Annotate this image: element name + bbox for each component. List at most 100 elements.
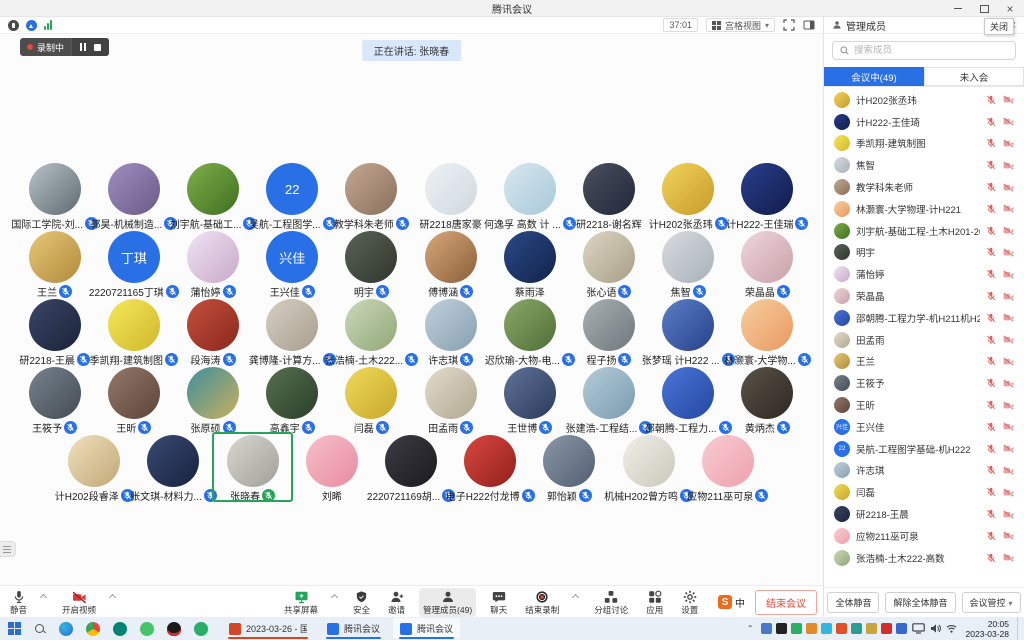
participant-tile[interactable]: 田孟雨 [411, 365, 490, 433]
participant-tile[interactable]: 机械H202曾方鸣 [609, 433, 688, 501]
pause-recording-button[interactable] [80, 43, 86, 51]
participant-tile[interactable]: 张文琪-材料力... [134, 433, 213, 501]
member-camera-off-icon[interactable] [1003, 117, 1014, 126]
member-mic-off-icon[interactable] [986, 487, 996, 497]
participant-tile[interactable]: 兴佳 王兴佳 [253, 229, 332, 297]
member-row[interactable]: 王昕 [824, 394, 1024, 416]
taskbar-window-button[interactable]: 2023-03-26 - 国际... [222, 618, 314, 639]
participant-tile[interactable]: 刘晞 [292, 433, 371, 501]
member-camera-off-icon[interactable] [1003, 183, 1014, 192]
tray-qq-icon[interactable] [881, 623, 892, 634]
participant-tile[interactable]: 计H222-王佳瑞 [728, 161, 807, 229]
unmute-all-button[interactable]: 解除全体静音 [885, 592, 955, 613]
member-mic-off-icon[interactable] [986, 422, 996, 432]
member-row[interactable]: 王兰 [824, 351, 1024, 373]
tray-blue-icon[interactable] [761, 623, 772, 634]
member-mic-off-icon[interactable] [986, 335, 996, 345]
network-icon[interactable] [946, 623, 957, 634]
member-mic-off-icon[interactable] [986, 465, 996, 475]
member-camera-off-icon[interactable] [1003, 401, 1014, 410]
member-row[interactable]: 研2218-王晨 [824, 503, 1024, 525]
tab-in-meeting[interactable]: 会议中(49) [824, 67, 924, 86]
upgrade-icon[interactable] [26, 20, 37, 31]
fullscreen-icon[interactable] [783, 19, 795, 31]
wechat-icon[interactable] [194, 622, 208, 636]
tray-mic-icon[interactable] [776, 623, 787, 634]
member-mic-off-icon[interactable] [986, 226, 996, 236]
participant-tile[interactable]: 明宇 [332, 229, 411, 297]
member-row[interactable]: 闫磊 [824, 481, 1024, 503]
participant-tile[interactable]: 黄炳杰 [728, 365, 807, 433]
participant-tile[interactable]: 蔡雨泽 [490, 229, 569, 297]
member-camera-off-icon[interactable] [1003, 270, 1014, 279]
member-camera-off-icon[interactable] [1003, 422, 1014, 431]
edge-icon[interactable] [59, 622, 73, 636]
member-row[interactable]: 计H202张丞玮 [824, 89, 1024, 111]
member-mic-off-icon[interactable] [986, 117, 996, 127]
member-row[interactable]: 刘宇航-基础工程-土木H201-202 [824, 220, 1024, 242]
member-camera-off-icon[interactable] [1003, 313, 1014, 322]
participant-tile[interactable]: 刘宇航-基础工... [173, 161, 252, 229]
participant-tile[interactable]: 丁琪 2220721165丁琪 [94, 229, 173, 297]
member-row[interactable]: 焦智 [824, 154, 1024, 176]
member-camera-off-icon[interactable] [1003, 292, 1014, 301]
member-mic-off-icon[interactable] [986, 138, 996, 148]
participant-tile[interactable]: 高鑫宇 [253, 365, 332, 433]
share-options-caret[interactable] [332, 594, 339, 601]
member-mic-off-icon[interactable] [986, 509, 996, 519]
participant-tile[interactable]: 王兰 [15, 229, 94, 297]
tab-not-joined[interactable]: 未入会 [924, 67, 1024, 86]
end-meeting-button[interactable]: 结束会议 [755, 590, 817, 615]
participant-tile[interactable]: 傅博涵 [411, 229, 490, 297]
minimize-button[interactable] [952, 3, 964, 15]
member-row[interactable]: 张浩楠-土木222-高数 [824, 547, 1024, 569]
participant-tile[interactable]: 张建浩-工程结... [569, 365, 648, 433]
member-mic-off-icon[interactable] [986, 160, 996, 170]
participant-tile[interactable]: 国际工学院-刘... [15, 161, 94, 229]
member-mic-off-icon[interactable] [986, 400, 996, 410]
member-row[interactable]: 计H222-王佳琦 [824, 111, 1024, 133]
participant-tile[interactable]: 研2218-王晨 [15, 297, 94, 365]
breakout-rooms-button[interactable]: 分组讨论 [590, 588, 632, 617]
start-video-button[interactable]: 开启视频 [58, 588, 100, 617]
stop-recording-button[interactable] [94, 44, 101, 51]
member-row[interactable]: 田孟雨 [824, 329, 1024, 351]
manage-members-button[interactable]: 管理成员(49) [419, 588, 476, 617]
member-camera-off-icon[interactable] [1003, 466, 1014, 475]
taskbar-window-button[interactable]: 腾讯会议 [320, 618, 387, 639]
participant-tile[interactable]: 段海涛 [173, 297, 252, 365]
participant-tile[interactable]: 22 吴航-工程图学... [253, 161, 332, 229]
member-camera-off-icon[interactable] [1003, 531, 1014, 540]
member-camera-off-icon[interactable] [1003, 510, 1014, 519]
participant-tile[interactable]: 张梦瑶 计H222 ... [649, 297, 728, 365]
stop-record-button[interactable]: 结束录制 [521, 588, 563, 617]
member-camera-off-icon[interactable] [1003, 488, 1014, 497]
invite-button[interactable]: 邀请 [384, 588, 409, 617]
member-row[interactable]: 林灏寰-大学物理-计H221 [824, 198, 1024, 220]
info-icon[interactable] [8, 20, 19, 31]
participant-tile[interactable]: 2220721169胡... [371, 433, 450, 501]
taskbar-window-button[interactable]: 腾讯会议 [393, 618, 460, 639]
search-input[interactable] [854, 45, 994, 56]
close-button[interactable] [1004, 3, 1016, 15]
tray-nut-icon[interactable] [866, 623, 877, 634]
video-options-caret[interactable] [110, 594, 117, 601]
member-row[interactable]: 荣晶晶 [824, 285, 1024, 307]
volume-icon[interactable] [930, 623, 941, 634]
member-row[interactable]: 明宇 [824, 242, 1024, 264]
participant-tile[interactable]: 王筱予 [15, 365, 94, 433]
member-mic-off-icon[interactable] [986, 378, 996, 388]
participant-tile[interactable]: 迟欣瑜-大物-电... [490, 297, 569, 365]
participant-tile[interactable]: 季凯翔-建筑制图 [94, 297, 173, 365]
member-mic-off-icon[interactable] [986, 313, 996, 323]
start-icon[interactable] [8, 622, 21, 635]
participant-tile[interactable]: 教学科朱老师 [332, 161, 411, 229]
mute-button[interactable]: 静音 [6, 588, 31, 617]
participant-tile[interactable]: 邵朝腾-工程力... [649, 365, 728, 433]
participant-tile[interactable]: 张原硕 [173, 365, 252, 433]
meeting-controls-button[interactable]: 会议管控 [962, 592, 1021, 613]
member-camera-off-icon[interactable] [1003, 204, 1014, 213]
member-mic-off-icon[interactable] [986, 182, 996, 192]
member-row[interactable]: 教学科朱老师 [824, 176, 1024, 198]
member-mic-off-icon[interactable] [986, 204, 996, 214]
